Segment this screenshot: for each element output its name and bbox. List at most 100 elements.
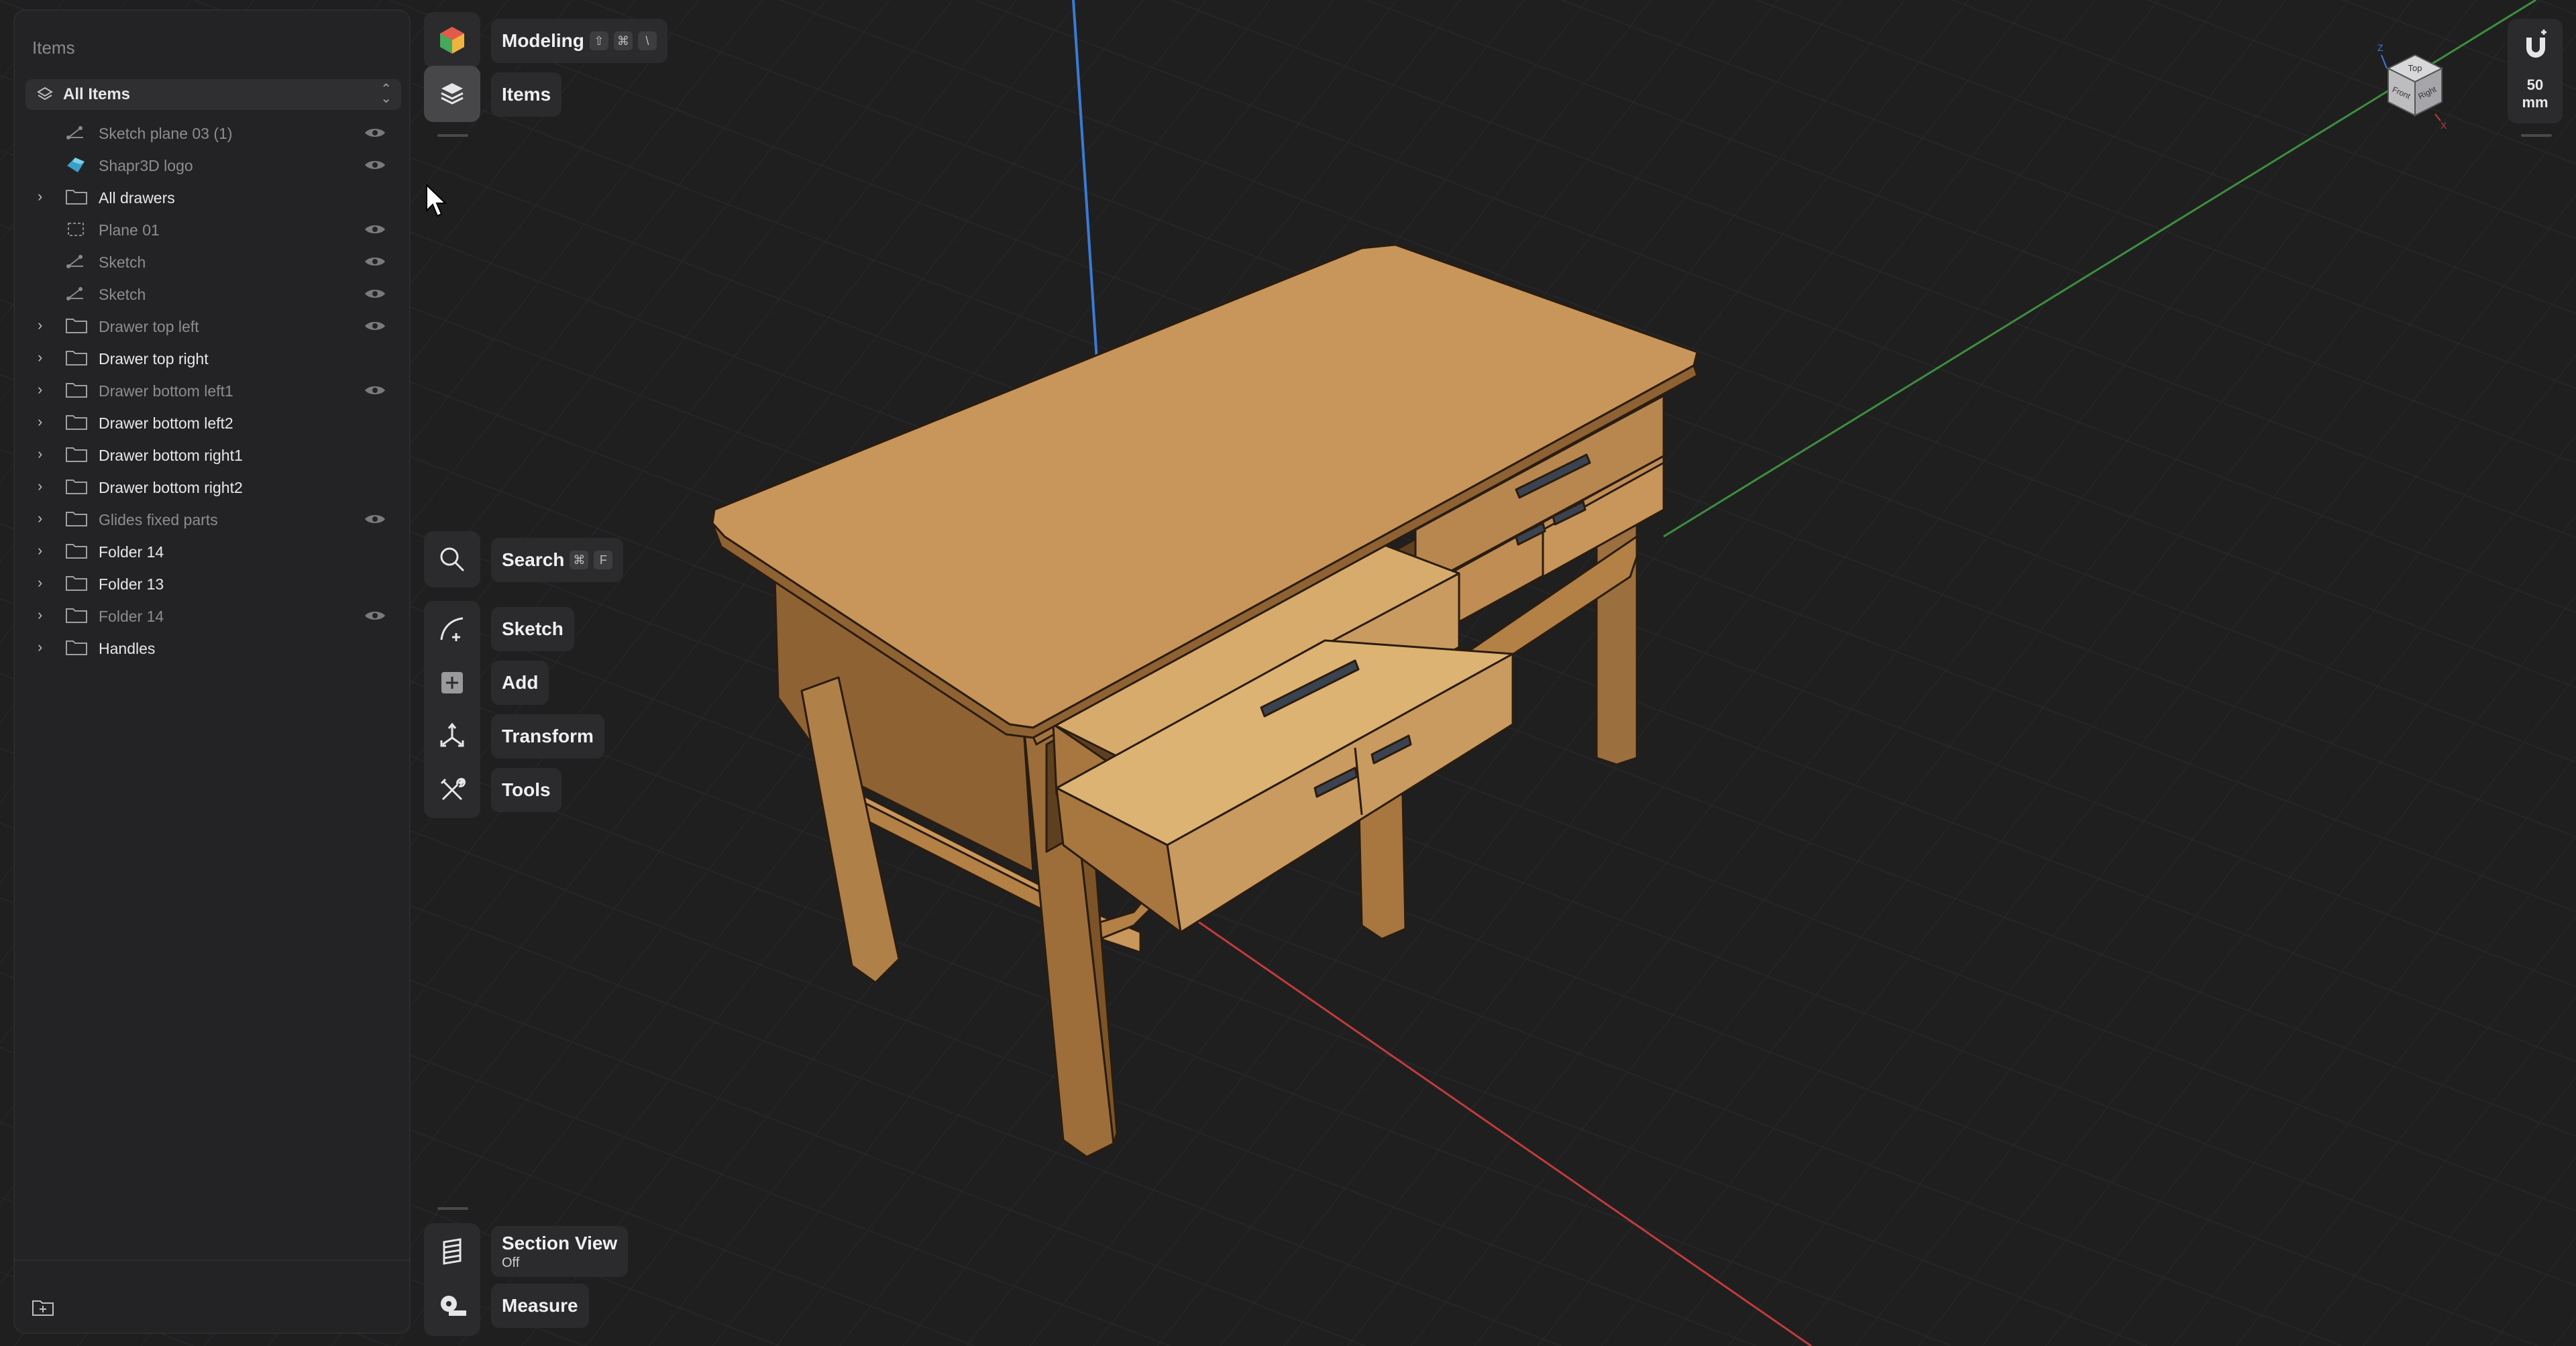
tree-item[interactable]: › Drawer top left bbox=[15, 310, 412, 342]
tree-item-label: All drawers bbox=[99, 189, 175, 207]
visibility-eye-icon[interactable] bbox=[364, 512, 386, 526]
expand-arrow-icon[interactable]: › bbox=[38, 606, 52, 625]
modeling-label[interactable]: Modeling ⇧ ⌘ \ bbox=[491, 19, 667, 63]
section-view-button[interactable] bbox=[424, 1223, 480, 1280]
measure-label[interactable]: Measure bbox=[491, 1284, 589, 1328]
tools-button[interactable] bbox=[424, 762, 480, 818]
search-button[interactable] bbox=[424, 531, 480, 587]
transform-button[interactable] bbox=[424, 708, 480, 765]
tree-item[interactable]: › Folder 14 bbox=[15, 535, 412, 567]
plane-icon bbox=[64, 221, 89, 238]
tree-item[interactable]: › Folder 14 bbox=[15, 600, 412, 632]
folder-icon bbox=[64, 575, 89, 592]
items-panel: Items All Items ⌃ ⌄ Sketch plane 03 (1) Sh… bbox=[13, 9, 411, 1334]
visibility-eye-icon[interactable] bbox=[364, 126, 386, 139]
expand-arrow-icon[interactable]: › bbox=[38, 188, 52, 207]
tools-icon bbox=[440, 778, 466, 801]
add-icon bbox=[441, 672, 463, 693]
snap-grid-button[interactable]: 50 mm bbox=[2508, 19, 2563, 123]
tree-item[interactable]: › All drawers bbox=[15, 181, 412, 213]
toolbar-divider bbox=[437, 1207, 468, 1210]
new-folder-icon[interactable] bbox=[31, 1297, 55, 1317]
items-button[interactable] bbox=[424, 66, 480, 122]
tree-item[interactable]: › Drawer bottom right2 bbox=[15, 471, 412, 503]
grid-size-unit: mm bbox=[2522, 94, 2548, 111]
tree-item[interactable]: › Glides fixed parts bbox=[15, 503, 412, 535]
search-icon bbox=[440, 547, 465, 572]
shortcut-key: ⇧ bbox=[589, 32, 608, 50]
tree-item-label: Drawer bottom right2 bbox=[99, 479, 243, 496]
expand-arrow-icon[interactable]: › bbox=[38, 478, 52, 496]
folder-icon bbox=[64, 317, 89, 335]
folder-icon bbox=[64, 607, 89, 624]
shortcut-key: \ bbox=[637, 32, 657, 50]
tree-item[interactable]: Sketch bbox=[15, 245, 412, 278]
toolbar-divider bbox=[2521, 134, 2552, 137]
items-tree: Sketch plane 03 (1) Shapr3D logo › All draw… bbox=[15, 117, 412, 664]
grid-size-readout: 50 mm bbox=[2508, 76, 2563, 111]
measure-button[interactable] bbox=[424, 1278, 480, 1335]
sketch-button[interactable] bbox=[424, 601, 480, 657]
visibility-eye-icon[interactable] bbox=[364, 223, 386, 236]
grid-size-value: 50 bbox=[2526, 76, 2544, 93]
tree-item[interactable]: Plane 01 bbox=[15, 213, 412, 245]
expand-arrow-icon[interactable]: › bbox=[38, 349, 52, 368]
tree-item[interactable]: Shapr3D logo bbox=[15, 149, 412, 181]
expand-arrow-icon[interactable]: › bbox=[38, 638, 52, 657]
tree-item-label: Drawer bottom left1 bbox=[99, 382, 233, 400]
add-label[interactable]: Add bbox=[491, 661, 549, 705]
modeling-workspace-button[interactable] bbox=[424, 12, 480, 68]
expand-arrow-icon[interactable]: › bbox=[38, 381, 52, 400]
tree-item[interactable]: Sketch plane 03 (1) bbox=[15, 117, 412, 149]
folder-icon bbox=[64, 478, 89, 496]
tree-item-label: Drawer bottom left2 bbox=[99, 414, 233, 432]
sketch-label[interactable]: Sketch bbox=[491, 607, 574, 651]
tree-item-label: Drawer top right bbox=[99, 350, 209, 368]
section-view-label[interactable]: Section View Off bbox=[491, 1226, 629, 1277]
tree-item[interactable]: › Drawer top right bbox=[15, 342, 412, 374]
visibility-eye-icon[interactable] bbox=[364, 384, 386, 397]
tree-item[interactable]: › Drawer bottom left1 bbox=[15, 374, 412, 406]
tree-item[interactable]: › Drawer bottom left2 bbox=[15, 406, 412, 439]
expand-arrow-icon[interactable]: › bbox=[38, 510, 52, 528]
cube-top-label: Top bbox=[2408, 63, 2422, 73]
cube-x-label: X bbox=[2440, 120, 2447, 131]
tree-item-label: Sketch plane 03 (1) bbox=[99, 125, 233, 142]
tree-item[interactable]: › Folder 13 bbox=[15, 567, 412, 600]
expand-arrow-icon[interactable]: › bbox=[38, 445, 52, 464]
expand-arrow-icon[interactable]: › bbox=[38, 574, 52, 593]
tree-item-label: Drawer top left bbox=[99, 318, 199, 335]
tree-item[interactable]: › Handles bbox=[15, 632, 412, 664]
body-icon bbox=[64, 156, 89, 174]
search-label[interactable]: Search ⌘ F bbox=[491, 538, 624, 582]
divider bbox=[15, 1259, 409, 1261]
section-view-icon bbox=[443, 1238, 462, 1265]
visibility-eye-icon[interactable] bbox=[364, 158, 386, 172]
transform-label[interactable]: Transform bbox=[491, 714, 604, 759]
sketch-icon bbox=[64, 253, 89, 270]
view-cube[interactable]: Top Front Right Z X bbox=[2368, 42, 2455, 135]
tree-item[interactable]: › Drawer bottom right1 bbox=[15, 439, 412, 471]
expand-arrow-icon[interactable]: › bbox=[38, 413, 52, 432]
add-button[interactable] bbox=[424, 655, 480, 711]
tree-item[interactable]: Sketch bbox=[15, 278, 412, 310]
magnet-icon bbox=[2526, 30, 2546, 58]
folder-icon bbox=[64, 382, 89, 399]
items-label[interactable]: Items bbox=[491, 72, 562, 117]
sketch-icon bbox=[64, 124, 89, 142]
expand-arrow-icon[interactable]: › bbox=[38, 317, 52, 335]
visibility-eye-icon[interactable] bbox=[364, 255, 386, 268]
measure-tape-icon bbox=[441, 1296, 466, 1316]
expand-arrow-icon[interactable]: › bbox=[38, 542, 52, 561]
panel-title: Items bbox=[32, 38, 75, 58]
visibility-eye-icon[interactable] bbox=[364, 287, 386, 300]
items-filter-dropdown[interactable]: All Items ⌃ ⌄ bbox=[25, 79, 401, 110]
folder-icon bbox=[64, 188, 89, 206]
visibility-eye-icon[interactable] bbox=[364, 609, 386, 622]
tree-item-label: Handles bbox=[99, 640, 156, 657]
shortcut-key: F bbox=[594, 551, 613, 569]
shortcut-key: ⌘ bbox=[613, 32, 633, 50]
visibility-eye-icon[interactable] bbox=[364, 319, 386, 333]
folder-icon bbox=[64, 349, 89, 367]
tools-label[interactable]: Tools bbox=[491, 768, 561, 812]
